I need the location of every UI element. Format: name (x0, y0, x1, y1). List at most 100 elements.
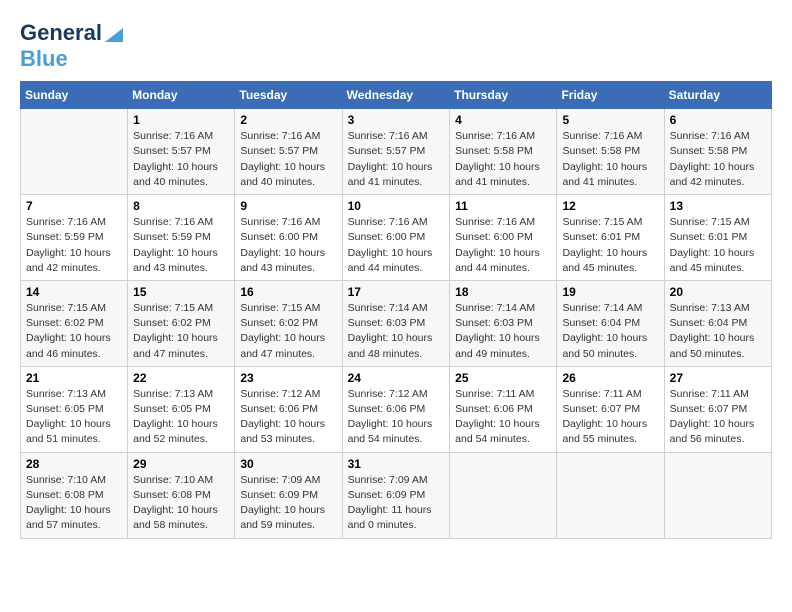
header-cell-friday: Friday (557, 82, 664, 109)
day-number: 21 (26, 371, 122, 385)
calendar-cell: 16 Sunrise: 7:15 AM Sunset: 6:02 PM Dayli… (235, 280, 342, 366)
header-cell-wednesday: Wednesday (342, 82, 450, 109)
day-info: Sunrise: 7:12 AM Sunset: 6:06 PM Dayligh… (240, 387, 336, 448)
logo-text: General (20, 21, 102, 45)
day-info: Sunrise: 7:14 AM Sunset: 6:04 PM Dayligh… (562, 301, 658, 362)
calendar-cell (21, 109, 128, 195)
day-info: Sunrise: 7:16 AM Sunset: 5:59 PM Dayligh… (133, 215, 229, 276)
logo-blue-text: Blue (20, 47, 123, 71)
day-number: 29 (133, 457, 229, 471)
day-number: 14 (26, 285, 122, 299)
header-row: SundayMondayTuesdayWednesdayThursdayFrid… (21, 82, 772, 109)
day-info: Sunrise: 7:16 AM Sunset: 5:58 PM Dayligh… (562, 129, 658, 190)
header-cell-saturday: Saturday (664, 82, 771, 109)
calendar-cell: 7 Sunrise: 7:16 AM Sunset: 5:59 PM Daylig… (21, 195, 128, 281)
calendar-cell: 19 Sunrise: 7:14 AM Sunset: 6:04 PM Dayli… (557, 280, 664, 366)
calendar-cell: 10 Sunrise: 7:16 AM Sunset: 6:00 PM Dayli… (342, 195, 450, 281)
day-number: 18 (455, 285, 551, 299)
day-number: 9 (240, 199, 336, 213)
calendar-cell: 26 Sunrise: 7:11 AM Sunset: 6:07 PM Dayli… (557, 366, 664, 452)
calendar-cell: 24Sunrise: 7:12 AM Sunset: 6:06 PM Dayli… (342, 366, 450, 452)
day-info: Sunrise: 7:15 AM Sunset: 6:02 PM Dayligh… (240, 301, 336, 362)
week-row-4: 21 Sunrise: 7:13 AM Sunset: 6:05 PM Dayli… (21, 366, 772, 452)
day-info: Sunrise: 7:11 AM Sunset: 6:07 PM Dayligh… (562, 387, 658, 448)
calendar-cell: 22Sunrise: 7:13 AM Sunset: 6:05 PM Dayli… (128, 366, 235, 452)
page-header: General Blue (20, 20, 772, 71)
calendar-cell: 23Sunrise: 7:12 AM Sunset: 6:06 PM Dayli… (235, 366, 342, 452)
day-number: 7 (26, 199, 122, 213)
day-info: Sunrise: 7:16 AM Sunset: 5:57 PM Dayligh… (348, 129, 445, 190)
header-cell-tuesday: Tuesday (235, 82, 342, 109)
calendar-cell: 3Sunrise: 7:16 AM Sunset: 5:57 PM Daylig… (342, 109, 450, 195)
week-row-3: 14 Sunrise: 7:15 AM Sunset: 6:02 PM Dayli… (21, 280, 772, 366)
day-info: Sunrise: 7:15 AM Sunset: 6:02 PM Dayligh… (133, 301, 229, 362)
day-number: 8 (133, 199, 229, 213)
day-info: Sunrise: 7:15 AM Sunset: 6:01 PM Dayligh… (670, 215, 766, 276)
day-info: Sunrise: 7:16 AM Sunset: 5:59 PM Dayligh… (26, 215, 122, 276)
day-number: 19 (562, 285, 658, 299)
week-row-2: 7 Sunrise: 7:16 AM Sunset: 5:59 PM Daylig… (21, 195, 772, 281)
day-number: 26 (562, 371, 658, 385)
day-info: Sunrise: 7:10 AM Sunset: 6:08 PM Dayligh… (133, 473, 229, 534)
day-number: 27 (670, 371, 766, 385)
day-number: 17 (348, 285, 445, 299)
calendar-cell: 6 Sunrise: 7:16 AM Sunset: 5:58 PM Daylig… (664, 109, 771, 195)
day-number: 4 (455, 113, 551, 127)
day-number: 11 (455, 199, 551, 213)
day-info: Sunrise: 7:09 AM Sunset: 6:09 PM Dayligh… (240, 473, 336, 534)
logo-icon (105, 24, 123, 42)
calendar-cell: 1Sunrise: 7:16 AM Sunset: 5:57 PM Daylig… (128, 109, 235, 195)
day-number: 20 (670, 285, 766, 299)
day-number: 12 (562, 199, 658, 213)
calendar-cell (664, 452, 771, 538)
day-number: 6 (670, 113, 766, 127)
calendar-cell: 20 Sunrise: 7:13 AM Sunset: 6:04 PM Dayli… (664, 280, 771, 366)
day-info: Sunrise: 7:16 AM Sunset: 6:00 PM Dayligh… (348, 215, 445, 276)
calendar-cell: 27Sunrise: 7:11 AM Sunset: 6:07 PM Dayli… (664, 366, 771, 452)
day-info: Sunrise: 7:14 AM Sunset: 6:03 PM Dayligh… (348, 301, 445, 362)
day-info: Sunrise: 7:15 AM Sunset: 6:01 PM Dayligh… (562, 215, 658, 276)
header-cell-sunday: Sunday (21, 82, 128, 109)
day-info: Sunrise: 7:11 AM Sunset: 6:06 PM Dayligh… (455, 387, 551, 448)
week-row-1: 1Sunrise: 7:16 AM Sunset: 5:57 PM Daylig… (21, 109, 772, 195)
day-number: 24 (348, 371, 445, 385)
calendar-cell: 17 Sunrise: 7:14 AM Sunset: 6:03 PM Dayli… (342, 280, 450, 366)
calendar-cell: 31Sunrise: 7:09 AM Sunset: 6:09 PM Dayli… (342, 452, 450, 538)
week-row-5: 28 Sunrise: 7:10 AM Sunset: 6:08 PM Dayli… (21, 452, 772, 538)
day-number: 22 (133, 371, 229, 385)
day-number: 28 (26, 457, 122, 471)
header-cell-thursday: Thursday (450, 82, 557, 109)
day-info: Sunrise: 7:13 AM Sunset: 6:05 PM Dayligh… (26, 387, 122, 448)
day-number: 13 (670, 199, 766, 213)
calendar-cell: 15 Sunrise: 7:15 AM Sunset: 6:02 PM Dayli… (128, 280, 235, 366)
calendar-cell: 21 Sunrise: 7:13 AM Sunset: 6:05 PM Dayli… (21, 366, 128, 452)
calendar-cell (450, 452, 557, 538)
day-info: Sunrise: 7:14 AM Sunset: 6:03 PM Dayligh… (455, 301, 551, 362)
calendar-cell: 2Sunrise: 7:16 AM Sunset: 5:57 PM Daylig… (235, 109, 342, 195)
calendar-cell: 14Sunrise: 7:15 AM Sunset: 6:02 PM Dayli… (21, 280, 128, 366)
day-info: Sunrise: 7:13 AM Sunset: 6:04 PM Dayligh… (670, 301, 766, 362)
calendar-cell: 25Sunrise: 7:11 AM Sunset: 6:06 PM Dayli… (450, 366, 557, 452)
day-info: Sunrise: 7:16 AM Sunset: 5:58 PM Dayligh… (455, 129, 551, 190)
day-number: 15 (133, 285, 229, 299)
calendar-cell (557, 452, 664, 538)
day-number: 10 (348, 199, 445, 213)
day-info: Sunrise: 7:10 AM Sunset: 6:08 PM Dayligh… (26, 473, 122, 534)
calendar-table: SundayMondayTuesdayWednesdayThursdayFrid… (20, 81, 772, 538)
logo: General Blue (20, 20, 123, 71)
calendar-cell: 4 Sunrise: 7:16 AM Sunset: 5:58 PM Daylig… (450, 109, 557, 195)
calendar-cell: 29 Sunrise: 7:10 AM Sunset: 6:08 PM Dayli… (128, 452, 235, 538)
calendar-cell: 18 Sunrise: 7:14 AM Sunset: 6:03 PM Dayli… (450, 280, 557, 366)
calendar-cell: 13 Sunrise: 7:15 AM Sunset: 6:01 PM Dayli… (664, 195, 771, 281)
calendar-cell: 12 Sunrise: 7:15 AM Sunset: 6:01 PM Dayli… (557, 195, 664, 281)
day-info: Sunrise: 7:16 AM Sunset: 5:57 PM Dayligh… (240, 129, 336, 190)
day-info: Sunrise: 7:16 AM Sunset: 5:58 PM Dayligh… (670, 129, 766, 190)
day-number: 16 (240, 285, 336, 299)
calendar-cell: 5Sunrise: 7:16 AM Sunset: 5:58 PM Daylig… (557, 109, 664, 195)
day-info: Sunrise: 7:16 AM Sunset: 6:00 PM Dayligh… (455, 215, 551, 276)
header-cell-monday: Monday (128, 82, 235, 109)
calendar-cell: 28 Sunrise: 7:10 AM Sunset: 6:08 PM Dayli… (21, 452, 128, 538)
day-info: Sunrise: 7:16 AM Sunset: 5:57 PM Dayligh… (133, 129, 229, 190)
calendar-cell: 11 Sunrise: 7:16 AM Sunset: 6:00 PM Dayli… (450, 195, 557, 281)
day-info: Sunrise: 7:16 AM Sunset: 6:00 PM Dayligh… (240, 215, 336, 276)
